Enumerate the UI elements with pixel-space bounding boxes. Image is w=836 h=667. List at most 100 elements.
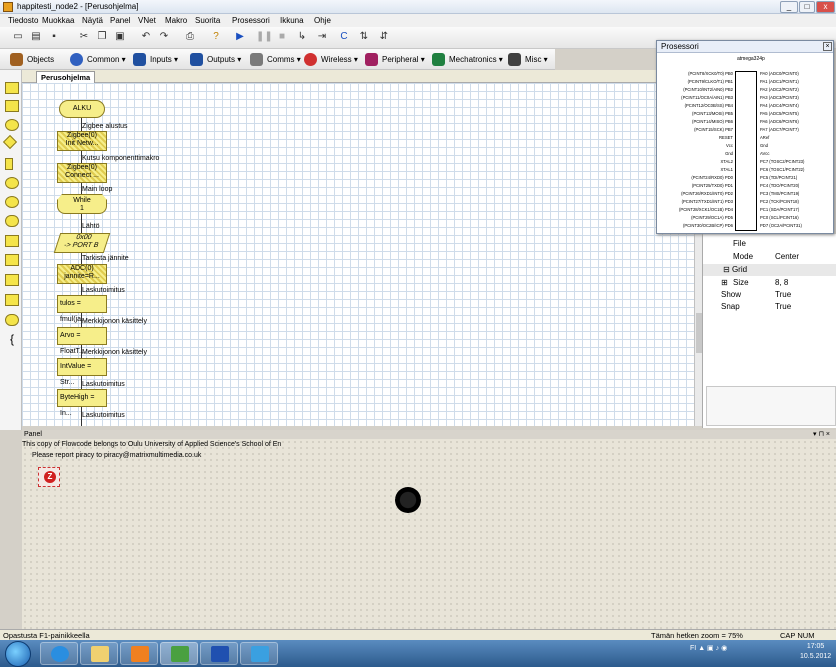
potentiometer-knob[interactable]	[395, 487, 421, 513]
paste-icon[interactable]: ▣	[114, 31, 126, 43]
interrupt-icon[interactable]	[5, 314, 19, 326]
wireless-menu[interactable]: Wireless ▾	[304, 52, 358, 67]
prop-show[interactable]: Show True	[703, 289, 836, 301]
pin-left-6[interactable]: (PCINT14/MISO) PB6	[692, 119, 733, 124]
pin-right-15[interactable]: PC3 (TMS/PCINT19)	[760, 191, 799, 196]
taskbar-word[interactable]	[200, 642, 238, 665]
pin-left-8[interactable]: RESET	[719, 135, 733, 140]
macro-zigbee-connect[interactable]: Zigbee(0) Connect ...	[57, 163, 107, 183]
comms-menu[interactable]: Comms ▾	[250, 52, 301, 67]
pin-left-15[interactable]: (PCINT26/RXD1/INT0) PD2	[681, 191, 733, 196]
objects-menu[interactable]: Objects	[10, 52, 54, 67]
prop-size[interactable]: ⊞ Size 8, 8	[703, 277, 836, 289]
menu-makro[interactable]: Makro	[165, 15, 187, 26]
pause-icon[interactable]: ❚❚	[256, 31, 273, 43]
menu-ohje[interactable]: Ohje	[314, 15, 331, 26]
pin-left-9[interactable]: Vcc	[726, 143, 733, 148]
menu-vnet[interactable]: VNet	[138, 15, 156, 26]
simulation-panel[interactable]: This copy of Flowcode belongs to Oulu Un…	[22, 439, 836, 639]
calc-bytehigh[interactable]: ByteHigh = In...	[57, 389, 107, 417]
pin-left-2[interactable]: (PCINT10/INT2/AIN0) PB2	[683, 87, 733, 92]
menu-prosessori[interactable]: Prosessori	[232, 15, 270, 26]
menu-muokkaa[interactable]: Muokkaa	[42, 15, 74, 26]
minimize-button[interactable]: _	[780, 1, 798, 13]
run-icon[interactable]: ▶	[234, 31, 246, 43]
new-file-icon[interactable]: ▭	[12, 31, 24, 43]
compile-chip-icon[interactable]: ⇵	[378, 31, 390, 43]
pin-right-6[interactable]: PA6 (ADC6/PCINT6)	[760, 119, 799, 124]
copy-icon[interactable]: ❐	[96, 31, 108, 43]
while-loop[interactable]: While 1	[57, 194, 107, 214]
string-icon[interactable]	[5, 294, 19, 306]
pin-right-11[interactable]: PC7 (TOSC2/PCINT23)	[760, 159, 804, 164]
calculation-icon[interactable]	[5, 235, 19, 247]
clock[interactable]: 17:05 10.5.2012	[800, 642, 831, 662]
pin-left-11[interactable]: XTAL2	[721, 159, 734, 164]
pin-right-2[interactable]: PA2 (ADC2/PCINT2)	[760, 87, 799, 92]
pin-left-7[interactable]: (PCINT15/SCK) PB7	[694, 127, 733, 132]
prop-section-grid[interactable]: ⊟ Grid	[703, 264, 836, 276]
taskbar-explorer[interactable]	[80, 642, 118, 665]
prop-snap[interactable]: Snap True	[703, 301, 836, 313]
misc-menu[interactable]: Misc ▾	[508, 52, 548, 67]
start-button[interactable]	[5, 641, 31, 667]
undo-icon[interactable]: ↶	[140, 31, 152, 43]
open-folder-icon[interactable]: ▤	[30, 31, 42, 43]
common-menu[interactable]: Common ▾	[70, 52, 126, 67]
maximize-button[interactable]: □	[799, 1, 815, 13]
pin-right-17[interactable]: PC1 (SDA/PCINT17)	[760, 207, 799, 212]
string-intvalue[interactable]: IntValue = Str...	[57, 358, 107, 386]
peripheral-menu[interactable]: Peripheral ▾	[365, 52, 425, 67]
close-button[interactable]: x	[816, 1, 835, 13]
taskbar-media[interactable]	[120, 642, 158, 665]
pin-left-14[interactable]: (PCINT25/TXD0) PD1	[692, 183, 733, 188]
compile-c-icon[interactable]: C	[338, 31, 350, 43]
macro-zigbee-init[interactable]: Zigbee(0) Init Netw...	[57, 131, 107, 151]
cut-icon[interactable]: ✂	[78, 31, 90, 43]
pin-left-12[interactable]: XTAL1	[721, 167, 734, 172]
pin-left-5[interactable]: (PCINT13/MOSI) PB5	[692, 111, 733, 116]
component-macro-icon[interactable]	[5, 196, 19, 208]
zigbee-component[interactable]: Z	[38, 467, 60, 487]
menu-tiedosto[interactable]: Tiedosto	[8, 15, 38, 26]
pin-right-13[interactable]: PC5 (TDI/PCINT21)	[760, 175, 797, 180]
pin-right-0[interactable]: PA0 (ADC0/PCINT0)	[760, 71, 799, 76]
print-icon[interactable]: ⎙	[184, 31, 196, 43]
mechatronics-menu[interactable]: Mechatronics ▾	[432, 52, 503, 67]
outputs-menu[interactable]: Outputs ▾	[190, 52, 241, 67]
pin-left-18[interactable]: (PCINT29/OC1A) PD5	[691, 215, 733, 220]
pin-left-4[interactable]: (PCINT12/OC0B/SS) PB4	[685, 103, 733, 108]
pin-right-12[interactable]: PC6 (TOSC1/PCINT22)	[760, 167, 804, 172]
comment-icon[interactable]: {	[5, 333, 19, 346]
pin-right-10[interactable]: AVcc	[760, 151, 769, 156]
menu-panel[interactable]: Panel	[110, 15, 130, 26]
pin-left-13[interactable]: (PCINT24/RXD0) PD0	[691, 175, 733, 180]
pin-right-14[interactable]: PC4 (TDO/PCINT20)	[760, 183, 799, 188]
pin-right-7[interactable]: PA7 (ADC7/PCINT7)	[760, 127, 799, 132]
step-into-icon[interactable]: ↳	[296, 31, 308, 43]
pin-left-3[interactable]: (PCINT11/OC0A/AIN1) PB3	[681, 95, 733, 100]
compile-hex-icon[interactable]: ⇅	[358, 31, 370, 43]
processor-window[interactable]: Prosessori × atmega324p (PCINT8/XCK0/T0)…	[656, 40, 834, 234]
pin-left-10[interactable]: Gnd	[725, 151, 733, 156]
input-icon[interactable]	[5, 82, 19, 94]
loop-icon[interactable]	[5, 215, 19, 227]
prop-mode[interactable]: Mode Center	[703, 251, 836, 263]
menu-suorita[interactable]: Suorita	[195, 15, 220, 26]
pin-left-0[interactable]: (PCINT8/XCK0/T0) PB0	[688, 71, 733, 76]
pin-right-18[interactable]: PC0 (SCL/PCINT16)	[760, 215, 799, 220]
taskbar-flowcode[interactable]	[160, 642, 198, 665]
menu-ikkuna[interactable]: Ikkuna	[280, 15, 304, 26]
calc-tulos[interactable]: tulos = fmul(ja...	[57, 295, 107, 323]
stop-icon[interactable]: ■	[276, 31, 288, 43]
pin-right-4[interactable]: PA4 (ADC4/PCINT4)	[760, 103, 799, 108]
output-icon[interactable]	[5, 100, 19, 112]
tab-perusohjelma[interactable]: Perusohjelma	[36, 71, 96, 83]
pin-right-5[interactable]: PA5 (ADC5/PCINT5)	[760, 111, 799, 116]
pin-right-3[interactable]: PA3 (ADC3/PCINT3)	[760, 95, 799, 100]
c-code-icon[interactable]	[5, 177, 19, 189]
help-icon[interactable]: ?	[210, 31, 222, 43]
decision-icon[interactable]	[2, 134, 18, 150]
pin-right-9[interactable]: Gnd	[760, 143, 768, 148]
pin-right-1[interactable]: PA1 (ADC1/PCINT1)	[760, 79, 799, 84]
